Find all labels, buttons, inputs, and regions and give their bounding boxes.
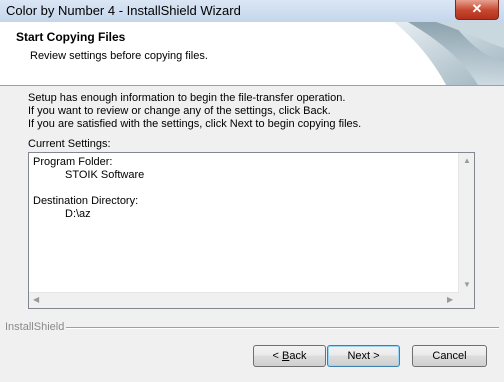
instructions: Setup has enough information to begin th… (28, 92, 361, 131)
scroll-right-icon[interactable]: ▶ (447, 296, 453, 304)
installshield-brand: InstallShield (5, 321, 65, 333)
program-folder-value: STOIK Software (65, 169, 145, 181)
next-button[interactable]: Next > (327, 345, 400, 367)
close-icon: ✕ (471, 1, 483, 16)
back-button[interactable]: < Back (253, 345, 326, 367)
back-button-rest: ack (289, 350, 307, 362)
destination-label: Destination Directory: (33, 195, 139, 207)
scroll-corner (459, 293, 474, 308)
destination-value: D:\az (65, 208, 91, 220)
scroll-left-icon[interactable]: ◀ (33, 296, 39, 304)
horizontal-scrollbar[interactable]: ◀ ▶ (29, 292, 459, 308)
page-title: Start Copying Files (16, 30, 126, 44)
footer-divider (66, 327, 499, 329)
current-settings-label: Current Settings: (28, 138, 111, 150)
instruction-line: If you are satisfied with the settings, … (28, 118, 362, 130)
scroll-down-icon[interactable]: ▼ (463, 281, 471, 289)
wizard-header: Start Copying Files Review settings befo… (0, 22, 504, 86)
scroll-up-icon[interactable]: ▲ (463, 157, 471, 165)
instruction-line: Setup has enough information to begin th… (28, 92, 346, 104)
title-bar[interactable]: Color by Number 4 - InstallShield Wizard… (0, 0, 504, 22)
back-button-prefix: < (272, 350, 282, 362)
instruction-line: If you want to review or change any of t… (28, 105, 331, 117)
window-title: Color by Number 4 - InstallShield Wizard (6, 3, 241, 18)
close-button[interactable]: ✕ (455, 0, 499, 20)
page-subtitle: Review settings before copying files. (30, 50, 208, 62)
installer-window: Color by Number 4 - InstallShield Wizard… (0, 0, 504, 382)
cancel-button[interactable]: Cancel (412, 345, 487, 367)
settings-text: Program Folder: STOIK Software Destinati… (33, 156, 144, 221)
vertical-scrollbar[interactable]: ▲ ▼ (458, 153, 474, 293)
installshield-graphic-icon (386, 22, 504, 85)
program-folder-label: Program Folder: (33, 156, 113, 168)
current-settings-box[interactable]: Program Folder: STOIK Software Destinati… (28, 152, 475, 309)
